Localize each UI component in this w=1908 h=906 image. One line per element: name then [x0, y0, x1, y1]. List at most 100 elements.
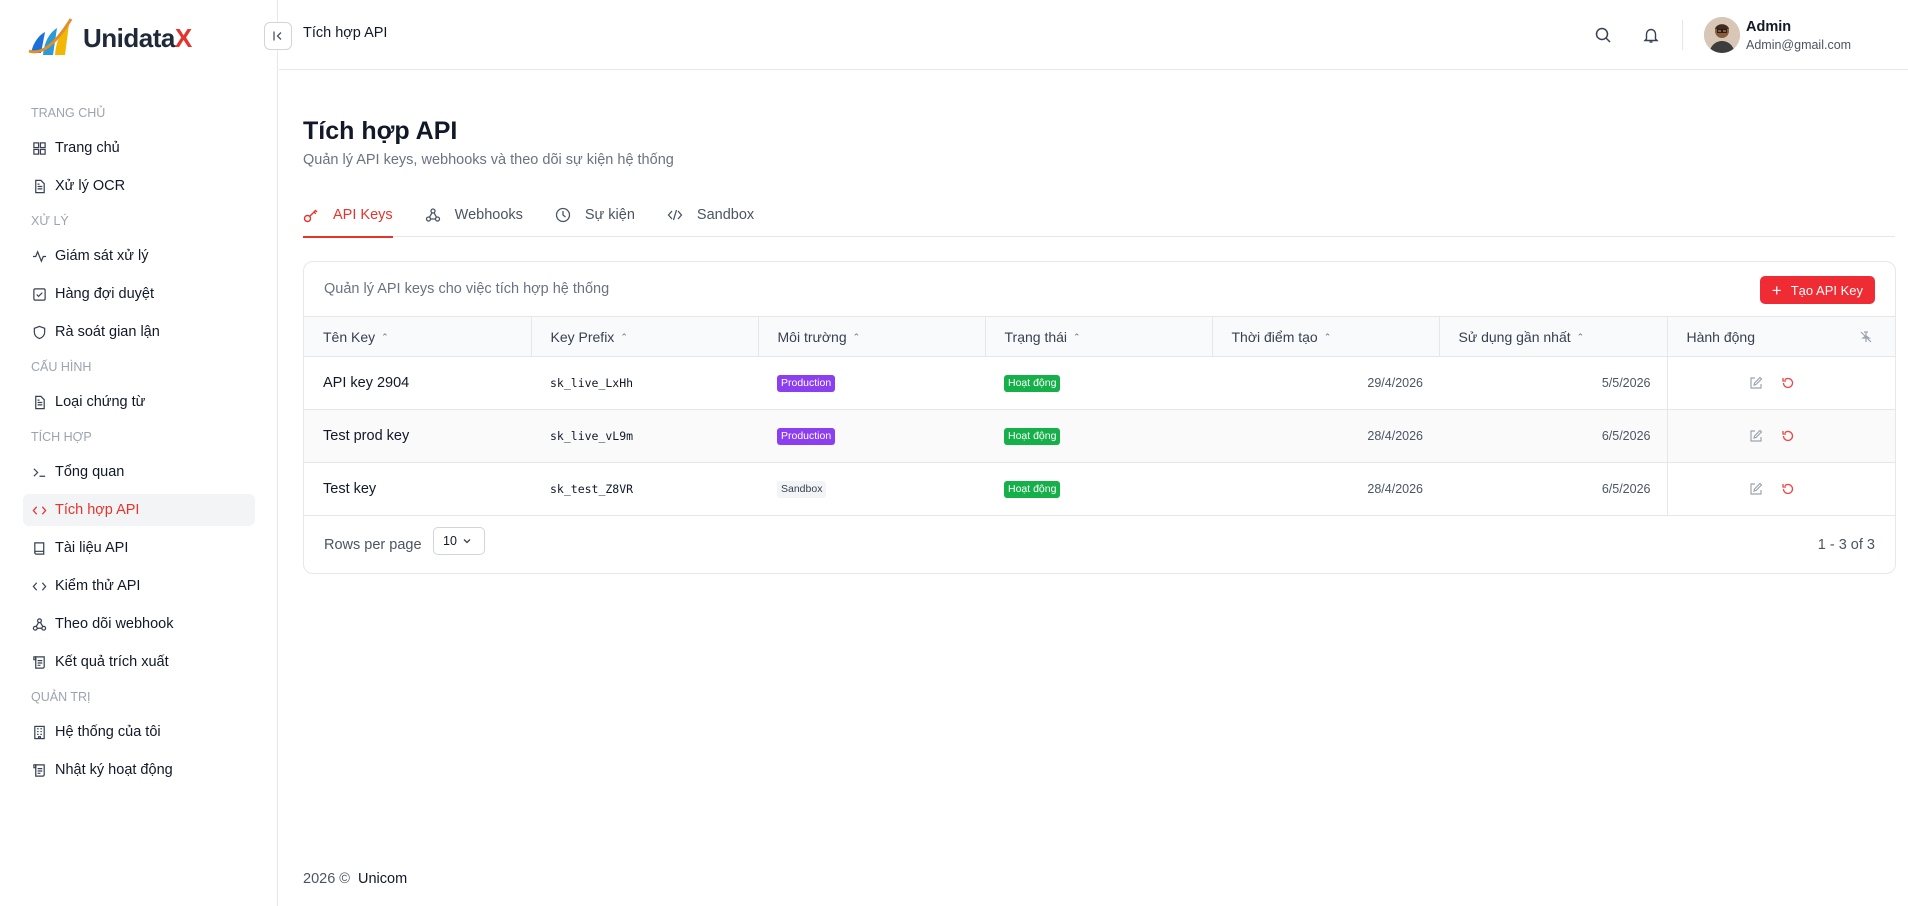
top-header: Tích hợp API Admin Admin@gmail.com: [264, 0, 1908, 70]
check-square-icon: [31, 286, 47, 302]
sidebar-item-he-thong[interactable]: Hệ thống của tôi: [23, 716, 255, 748]
create-api-key-button[interactable]: + Tạo API Key: [1759, 276, 1875, 304]
revoke-icon[interactable]: [1781, 429, 1795, 443]
avatar[interactable]: [1704, 17, 1740, 53]
column-header-created[interactable]: Thời điểm tạo ⌃: [1212, 316, 1440, 357]
activity-icon: [31, 248, 47, 264]
actions-cell: [1666, 409, 1895, 463]
actions-cell: [1666, 462, 1895, 516]
bell-icon: [1643, 28, 1659, 43]
sort-icon: ⌃: [1073, 332, 1081, 343]
environment-cell: Sandbox: [758, 462, 985, 516]
tab-label: API Keys: [333, 207, 393, 223]
nav-section-processing: XỬ LÝ: [31, 214, 69, 228]
edit-icon[interactable]: [1749, 482, 1763, 496]
sidebar-item-ket-qua[interactable]: Kết quả trích xuất: [23, 646, 255, 678]
card-description: Quản lý API keys cho việc tích hợp hệ th…: [324, 281, 610, 297]
table-row[interactable]: API key 2904 sk_live_LxHh Production Hoạ…: [304, 356, 1895, 410]
sort-icon: ⌃: [381, 332, 389, 343]
footer-year: 2026 ©: [303, 871, 350, 887]
sidebar-item-label: Trang chủ: [55, 140, 120, 156]
sidebar-item-label: Kiểm thử API: [55, 578, 141, 594]
last-used-date: 6/5/2026: [1439, 462, 1667, 516]
sidebar-item-kiem-thu-api[interactable]: Kiểm thử API: [23, 570, 255, 602]
status-badge: Hoạt động: [1004, 481, 1061, 498]
search-button[interactable]: [1592, 24, 1614, 46]
user-email: Admin@gmail.com: [1746, 38, 1852, 52]
sidebar-nav: TRANG CHỦ Trang chủ Xử lý OCR XỬ LÝ Giám…: [0, 94, 278, 792]
sidebar-item-gian-lan[interactable]: Rà soát gian lận: [23, 316, 255, 348]
pagination-range: 1 - 3 of 3: [1817, 537, 1875, 553]
webhook-icon: [425, 207, 441, 223]
header-divider: [1682, 20, 1683, 50]
scroll-icon: [31, 654, 47, 670]
tab-bar: API Keys Webhooks Sự kiện Sandbox: [303, 193, 1895, 238]
created-date: 29/4/2026: [1212, 356, 1439, 410]
footer: 2026 © Unicom: [303, 871, 407, 887]
scroll-icon: [31, 762, 47, 778]
tab-su-kien[interactable]: Sự kiện: [555, 193, 635, 237]
sidebar-item-trang-chu[interactable]: Trang chủ: [23, 132, 255, 164]
edit-icon[interactable]: [1749, 429, 1763, 443]
nav-section-integration: TÍCH HỢP: [31, 430, 92, 444]
sidebar-item-tong-quan[interactable]: Tổng quan: [23, 456, 255, 488]
sidebar-item-tich-hop-api[interactable]: Tích hợp API: [23, 494, 255, 526]
footer-org: Unicom: [358, 871, 408, 887]
sidebar-item-giam-sat[interactable]: Giám sát xử lý: [23, 240, 255, 272]
unpin-column-icon[interactable]: [1859, 330, 1873, 344]
column-header-last-used[interactable]: Sử dụng gần nhất ⌃: [1439, 316, 1668, 357]
revoke-icon[interactable]: [1781, 376, 1795, 390]
sidebar-item-nhat-ky[interactable]: Nhật ký hoạt động: [23, 754, 255, 786]
tab-webhooks[interactable]: Webhooks: [425, 193, 523, 237]
sidebar-item-xu-ly-ocr[interactable]: Xử lý OCR: [23, 170, 255, 202]
clock-icon: [555, 207, 571, 223]
rows-per-page-select[interactable]: 10: [433, 527, 485, 555]
key-prefix: sk_live_vL9m: [531, 409, 758, 463]
main-content: Tích hợp API Quản lý API keys, webhooks …: [279, 71, 1908, 906]
user-name: Admin: [1746, 19, 1792, 35]
revoke-icon[interactable]: [1781, 482, 1795, 496]
terminal-icon: [31, 464, 47, 480]
key-prefix: sk_test_Z8VR: [531, 462, 758, 516]
environment-cell: Production: [758, 356, 985, 410]
grid-icon: [31, 140, 47, 156]
sidebar-item-label: Giám sát xử lý: [55, 248, 149, 264]
rows-per-page-label: Rows per page: [324, 537, 422, 553]
sidebar-item-label: Xử lý OCR: [55, 178, 126, 194]
nav-section-config: CẤU HÌNH: [31, 360, 92, 374]
key-name: Test key: [304, 462, 531, 516]
nav-section-home: TRANG CHỦ: [31, 106, 106, 120]
table-row[interactable]: Test prod key sk_live_vL9m Production Ho…: [304, 409, 1895, 463]
sidebar: UnidataX TRANG CHỦ Trang chủ Xử lý OCR X…: [0, 0, 278, 906]
tab-label: Sandbox: [696, 207, 755, 223]
sidebar-item-label: Loại chứng từ: [55, 394, 146, 410]
notifications-button[interactable]: [1640, 24, 1662, 46]
column-header-environment[interactable]: Môi trường ⌃: [758, 316, 986, 357]
sidebar-item-loai-chung-tu[interactable]: Loại chứng từ: [23, 386, 255, 418]
collapse-sidebar-button[interactable]: [264, 22, 292, 50]
edit-icon[interactable]: [1749, 376, 1763, 390]
sidebar-item-hang-doi[interactable]: Hàng đợi duyệt: [23, 278, 255, 310]
last-used-date: 5/5/2026: [1439, 356, 1667, 410]
column-header-name[interactable]: Tên Key ⌃: [304, 316, 532, 357]
key-icon: [303, 207, 319, 223]
column-header-prefix[interactable]: Key Prefix ⌃: [531, 316, 759, 357]
sidebar-item-webhook[interactable]: Theo dõi webhook: [23, 608, 255, 640]
page-title: Tích hợp API: [303, 117, 458, 145]
sort-icon: ⌃: [1576, 332, 1585, 343]
shield-icon: [31, 324, 47, 340]
sidebar-item-label: Kết quả trích xuất: [55, 654, 169, 670]
sidebar-item-tai-lieu-api[interactable]: Tài liệu API: [23, 532, 255, 564]
environment-badge: Production: [777, 428, 836, 445]
table-row[interactable]: Test key sk_test_Z8VR Sandbox Hoạt động …: [304, 462, 1895, 516]
table-header-row: Tên Key ⌃ Key Prefix ⌃ Môi trường ⌃ Trạng t…: [304, 316, 1895, 357]
chevron-down-icon: [462, 536, 472, 546]
brand-logo[interactable]: UnidataX: [27, 12, 192, 64]
key-prefix: sk_live_LxHh: [531, 356, 758, 410]
column-header-status[interactable]: Trạng thái ⌃: [985, 316, 1213, 357]
plus-icon: +: [1771, 280, 1782, 300]
tab-api-keys[interactable]: API Keys: [303, 193, 393, 238]
user-avatar-icon: [1704, 17, 1740, 53]
tab-sandbox[interactable]: Sandbox: [667, 193, 754, 237]
brand-name: UnidataX: [83, 22, 192, 53]
